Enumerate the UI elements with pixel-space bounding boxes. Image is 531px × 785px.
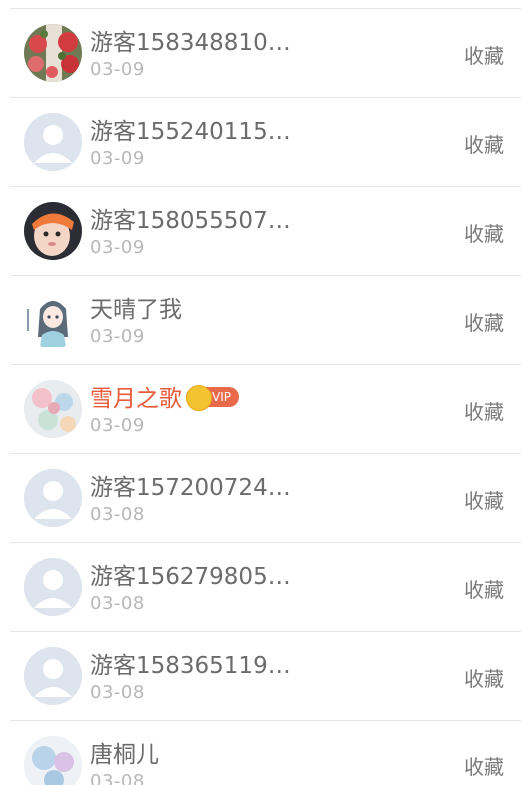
- user-name: 游客157200724…: [90, 475, 291, 501]
- user-avatar[interactable]: [24, 380, 82, 438]
- anime-girl-icon: [24, 291, 82, 349]
- list-item[interactable]: 天晴了我 03-09 收藏: [0, 276, 531, 365]
- collect-date: 03-09: [90, 148, 145, 169]
- collect-date: 03-08: [90, 682, 145, 703]
- collect-date: 03-09: [90, 237, 145, 258]
- default-user-icon: [24, 113, 82, 171]
- collect-label: 收藏: [464, 755, 504, 779]
- user-avatar[interactable]: [24, 558, 82, 616]
- user-name: 游客156279805…: [90, 564, 291, 590]
- user-avatar[interactable]: [24, 647, 82, 705]
- collect-label: 收藏: [464, 400, 504, 424]
- list-item[interactable]: 游客158365119… 03-08 收藏: [0, 632, 531, 721]
- user-avatar[interactable]: [24, 24, 82, 82]
- vip-label: VIP: [212, 389, 231, 404]
- vip-badge: VIP: [186, 384, 239, 411]
- list-item[interactable]: 游客155240115… 03-09 收藏: [0, 98, 531, 187]
- collect-label: 收藏: [464, 44, 504, 68]
- collect-date: 03-08: [90, 593, 145, 614]
- default-user-icon: [24, 469, 82, 527]
- collect-label: 收藏: [464, 222, 504, 246]
- user-avatar[interactable]: [24, 113, 82, 171]
- list-item[interactable]: 游客158348810… 03-09 收藏: [0, 9, 531, 98]
- list-item[interactable]: 游客158055507… 03-09 收藏: [0, 187, 531, 276]
- user-name: 天晴了我: [90, 297, 182, 323]
- collect-date: 03-09: [90, 59, 145, 80]
- user-avatar[interactable]: [24, 736, 82, 785]
- user-name: 游客158348810…: [90, 30, 291, 56]
- crown-icon: [186, 384, 212, 411]
- user-name: 唐桐儿: [90, 742, 159, 768]
- user-name: 游客158055507…: [90, 208, 291, 234]
- vip-user-name: 雪月之歌: [90, 386, 182, 412]
- collect-date: 03-09: [90, 326, 145, 347]
- collect-date: 03-08: [90, 771, 145, 785]
- roses-photo-icon: [24, 24, 82, 82]
- collect-label: 收藏: [464, 133, 504, 157]
- user-name: 雪月之歌 VIP: [90, 379, 239, 413]
- default-user-icon: [24, 558, 82, 616]
- user-avatar[interactable]: [24, 469, 82, 527]
- user-name: 游客155240115…: [90, 119, 291, 145]
- floral-art-icon: [24, 380, 82, 438]
- list-item[interactable]: 雪月之歌 VIP 03-09 收藏: [0, 365, 531, 454]
- collector-list: 游客158348810… 03-09 收藏 游客155240115… 03-09…: [0, 0, 531, 785]
- user-avatar[interactable]: [24, 291, 82, 349]
- collect-label: 收藏: [464, 311, 504, 335]
- default-user-icon: [24, 647, 82, 705]
- anime-art-icon: [24, 736, 82, 785]
- collect-label: 收藏: [464, 489, 504, 513]
- collect-label: 收藏: [464, 578, 504, 602]
- collect-label: 收藏: [464, 667, 504, 691]
- collect-date: 03-09: [90, 415, 145, 436]
- list-item[interactable]: 游客156279805… 03-08 收藏: [0, 543, 531, 632]
- baby-photo-icon: [24, 202, 82, 260]
- collect-date: 03-08: [90, 504, 145, 525]
- list-item[interactable]: 游客157200724… 03-08 收藏: [0, 454, 531, 543]
- user-name: 游客158365119…: [90, 653, 291, 679]
- list-item[interactable]: 唐桐儿 03-08 收藏: [0, 721, 531, 785]
- user-avatar[interactable]: [24, 202, 82, 260]
